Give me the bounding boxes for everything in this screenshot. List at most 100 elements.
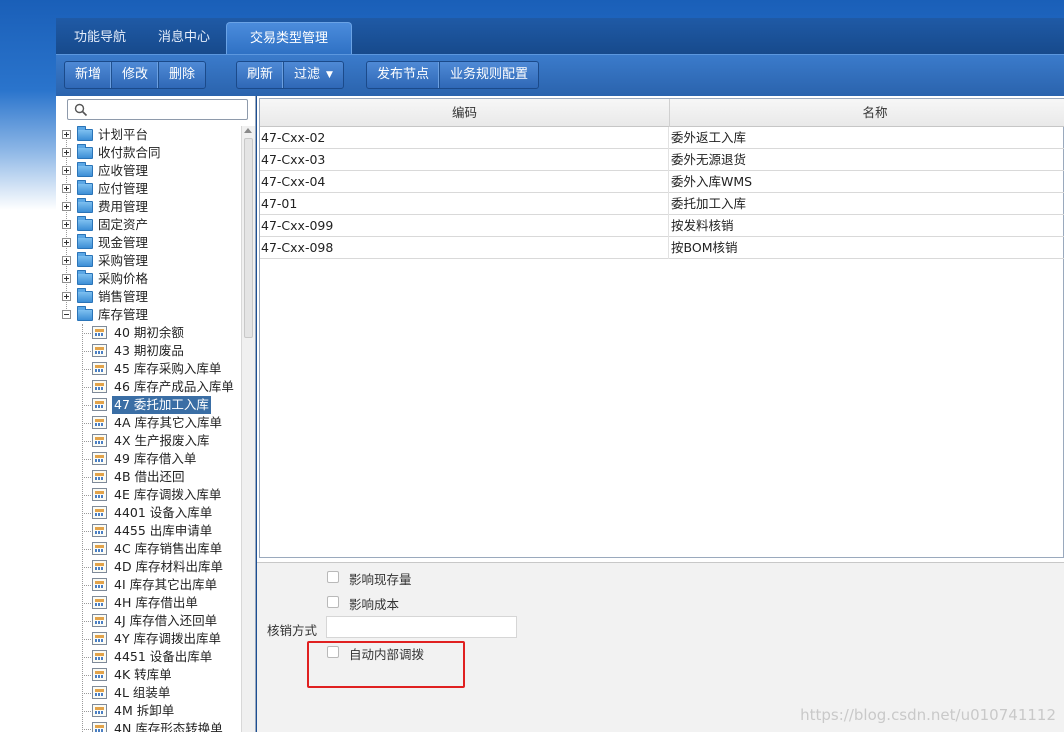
table-row[interactable]: 47-Cxx-04 委外入库WMS: [260, 171, 1064, 193]
expand-icon[interactable]: [62, 130, 71, 139]
cell-name: 按发料核销: [671, 218, 734, 233]
tree-folder[interactable]: 采购价格: [56, 270, 242, 288]
tree-item-label: 49 库存借入单: [114, 451, 197, 466]
tree-item[interactable]: 4I 库存其它出库单: [56, 576, 242, 594]
tree-item[interactable]: 4H 库存借出单: [56, 594, 242, 612]
tree-folder[interactable]: 应付管理: [56, 180, 242, 198]
table-row[interactable]: 47-Cxx-03 委外无源退货: [260, 149, 1064, 171]
tree-connector: [82, 369, 91, 370]
document-type-icon: [92, 452, 107, 465]
tree-folder-label: 计划平台: [98, 127, 149, 142]
tree-item[interactable]: 45 库存采购入库单: [56, 360, 242, 378]
table-row[interactable]: 47-Cxx-02 委外返工入库: [260, 127, 1064, 149]
tree-item-label: 47 委托加工入库: [112, 396, 211, 414]
tree-folder[interactable]: 应收管理: [56, 162, 242, 180]
folder-icon: [77, 252, 93, 267]
tree-folder[interactable]: 现金管理: [56, 234, 242, 252]
tree-item-label: 4D 库存材料出库单: [114, 559, 224, 574]
table-row[interactable]: 47-01 委托加工入库: [260, 193, 1064, 215]
folder-icon: [77, 216, 93, 231]
expand-icon[interactable]: [62, 292, 71, 301]
tree-item[interactable]: 43 期初废品: [56, 342, 242, 360]
tree-item[interactable]: 4B 借出还回: [56, 468, 242, 486]
collapse-icon[interactable]: [62, 310, 71, 319]
document-type-icon: [92, 542, 107, 555]
tree-folder[interactable]: 计划平台: [56, 126, 242, 144]
expand-icon[interactable]: [62, 166, 71, 175]
tree-connector: [82, 531, 91, 532]
document-type-icon: [92, 470, 107, 483]
scroll-thumb[interactable]: [244, 138, 253, 338]
tree-connector: [82, 711, 91, 712]
expand-icon[interactable]: [62, 184, 71, 193]
tree-item[interactable]: 47 委托加工入库: [56, 396, 242, 414]
cell-name: 委外返工入库: [671, 130, 747, 145]
delete-button[interactable]: 删除: [159, 62, 205, 88]
tree-item-label: 4M 拆卸单: [114, 703, 175, 718]
expand-icon[interactable]: [62, 256, 71, 265]
tree-folder[interactable]: 销售管理: [56, 288, 242, 306]
document-type-icon: [92, 578, 107, 591]
tree-folder[interactable]: 库存管理: [56, 306, 242, 324]
expand-icon[interactable]: [62, 220, 71, 229]
tree-item[interactable]: 4X 生产报废入库: [56, 432, 242, 450]
refresh-button[interactable]: 刷新: [237, 62, 285, 88]
expand-icon[interactable]: [62, 274, 71, 283]
table-row[interactable]: 47-Cxx-098 按BOM核销: [260, 237, 1064, 259]
tree-item[interactable]: 4A 库存其它入库单: [56, 414, 242, 432]
tree-connector: [82, 729, 91, 730]
cell-code: 47-Cxx-02: [261, 127, 669, 149]
expand-icon[interactable]: [62, 238, 71, 247]
scroll-up-arrow-icon[interactable]: [244, 128, 252, 133]
expand-icon[interactable]: [62, 148, 71, 157]
tree-item[interactable]: 4401 设备入库单: [56, 504, 242, 522]
tree-folder[interactable]: 采购管理: [56, 252, 242, 270]
document-type-icon: [92, 488, 107, 501]
tree-item[interactable]: 40 期初余额: [56, 324, 242, 342]
table-row[interactable]: 47-Cxx-099 按发料核销: [260, 215, 1064, 237]
column-header-code[interactable]: 编码: [260, 99, 670, 127]
expand-icon[interactable]: [62, 202, 71, 211]
tab-function-navigation[interactable]: 功能导航: [64, 22, 136, 54]
tree-item-label: 43 期初废品: [114, 343, 184, 358]
app-frame: 功能导航 消息中心 交易类型管理 新增 修改 删除 刷新 过滤 ▼ 发布节点 业务…: [56, 18, 1064, 732]
tree-item[interactable]: 4L 组装单: [56, 684, 242, 702]
tree-item[interactable]: 4455 出库申请单: [56, 522, 242, 540]
tree-connector: [82, 477, 91, 478]
tree-item[interactable]: 4Y 库存调拨出库单: [56, 630, 242, 648]
writeoff-method-select[interactable]: [326, 616, 517, 638]
tree-item[interactable]: 49 库存借入单: [56, 450, 242, 468]
toolbar-group-view: 刷新 过滤 ▼: [236, 61, 344, 89]
cell-code: 47-Cxx-04: [261, 171, 669, 193]
tree-item[interactable]: 4451 设备出库单: [56, 648, 242, 666]
column-header-name[interactable]: 名称: [670, 99, 1064, 127]
tree-item[interactable]: 4C 库存销售出库单: [56, 540, 242, 558]
tree-item[interactable]: 4K 转库单: [56, 666, 242, 684]
tree-folder[interactable]: 费用管理: [56, 198, 242, 216]
filter-button[interactable]: 过滤 ▼: [284, 62, 343, 88]
tree-folder[interactable]: 固定资产: [56, 216, 242, 234]
tree-item[interactable]: 4J 库存借入还回单: [56, 612, 242, 630]
tree-folder-label: 应收管理: [98, 163, 149, 178]
document-type-icon: [92, 380, 107, 393]
document-type-icon: [92, 704, 107, 717]
cell-name: 委外入库WMS: [671, 174, 753, 189]
tree-item[interactable]: 4M 拆卸单: [56, 702, 242, 720]
business-rule-config-button[interactable]: 业务规则配置: [440, 62, 538, 88]
tree-folder[interactable]: 收付款合同: [56, 144, 242, 162]
tree-panel: 计划平台收付款合同 应收管理应付管理 费用管理 固定资产 现金管理 采购管理 采购价格 销售管…: [56, 96, 256, 732]
tree-item[interactable]: 4E 库存调拨入库单: [56, 486, 242, 504]
tree-item[interactable]: 4D 库存材料出库单: [56, 558, 242, 576]
tree-item[interactable]: 46 库存产成品入库单: [56, 378, 242, 396]
search-input[interactable]: [67, 99, 248, 120]
add-button[interactable]: 新增: [65, 62, 113, 88]
tree-item[interactable]: 4N 库存形态转换单: [56, 720, 242, 732]
modify-button[interactable]: 修改: [112, 62, 160, 88]
affect-stock-checkbox[interactable]: [327, 571, 339, 583]
tab-transaction-type-management[interactable]: 交易类型管理: [226, 22, 352, 54]
tree-scrollbar[interactable]: [241, 126, 255, 732]
affect-cost-checkbox[interactable]: [327, 596, 339, 608]
tab-message-center[interactable]: 消息中心: [148, 22, 220, 54]
publish-node-button[interactable]: 发布节点: [367, 62, 441, 88]
filter-label: 过滤: [294, 67, 321, 82]
